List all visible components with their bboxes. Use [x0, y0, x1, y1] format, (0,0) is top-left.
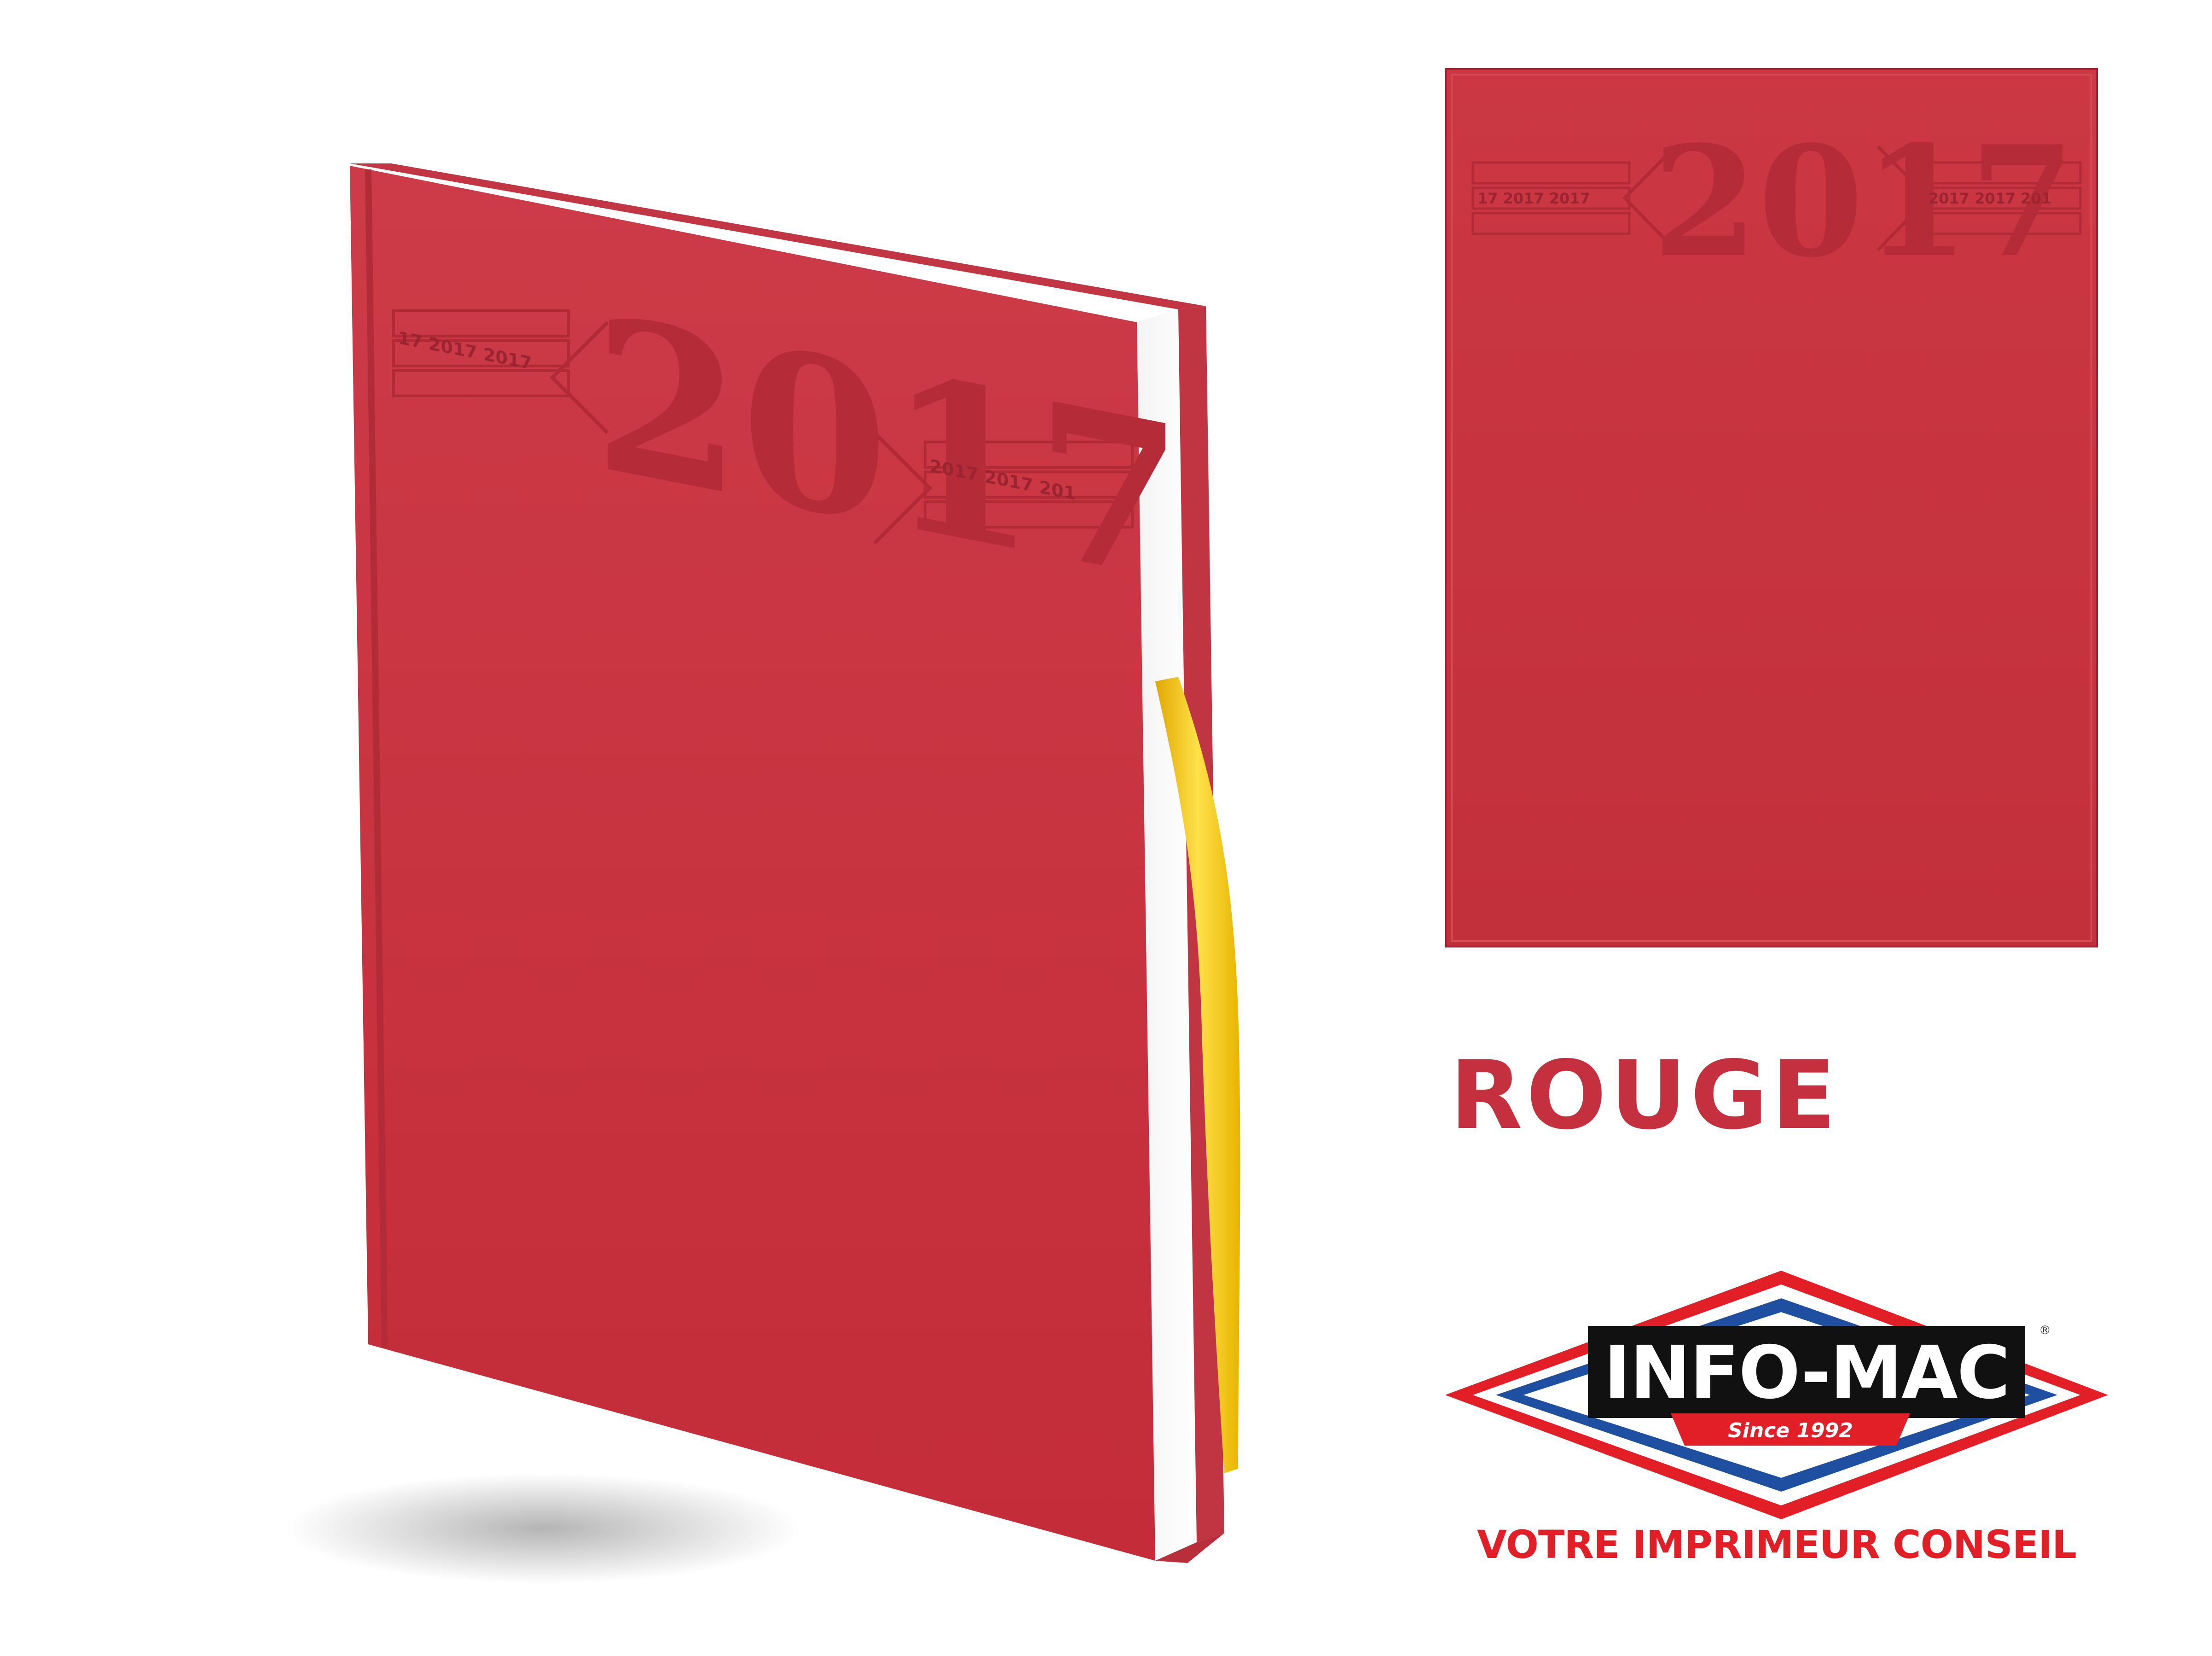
flat-emboss-year: 2017: [1652, 112, 2075, 291]
color-label: ROUGE: [1450, 1041, 1840, 1150]
book-angled-view: 2017 17 2017 2017 2017 2017 201: [0, 0, 1335, 1656]
logo-since-text: Since 1992: [1728, 1419, 1853, 1442]
flat-band-left-text: 17 2017 2017: [1477, 190, 1590, 207]
logo-registered-mark: ®: [2039, 1324, 2051, 1337]
ribbon-bookmark: [1155, 677, 1240, 1473]
info-mac-logo: INFO-MAC Since 1992 ® VOTRE IMPRIMEUR CO…: [1431, 1261, 2122, 1584]
logo-tagline: VOTRE IMPRIMEUR CONSEIL: [1477, 1522, 2077, 1567]
flat-band-right-text: 2017 2017 201: [1928, 190, 2052, 207]
logo-brand-text: INFO-MAC: [1604, 1331, 2010, 1415]
book-flat-view: 2017 17 2017 2017 2017 2017 201: [1445, 68, 2098, 947]
